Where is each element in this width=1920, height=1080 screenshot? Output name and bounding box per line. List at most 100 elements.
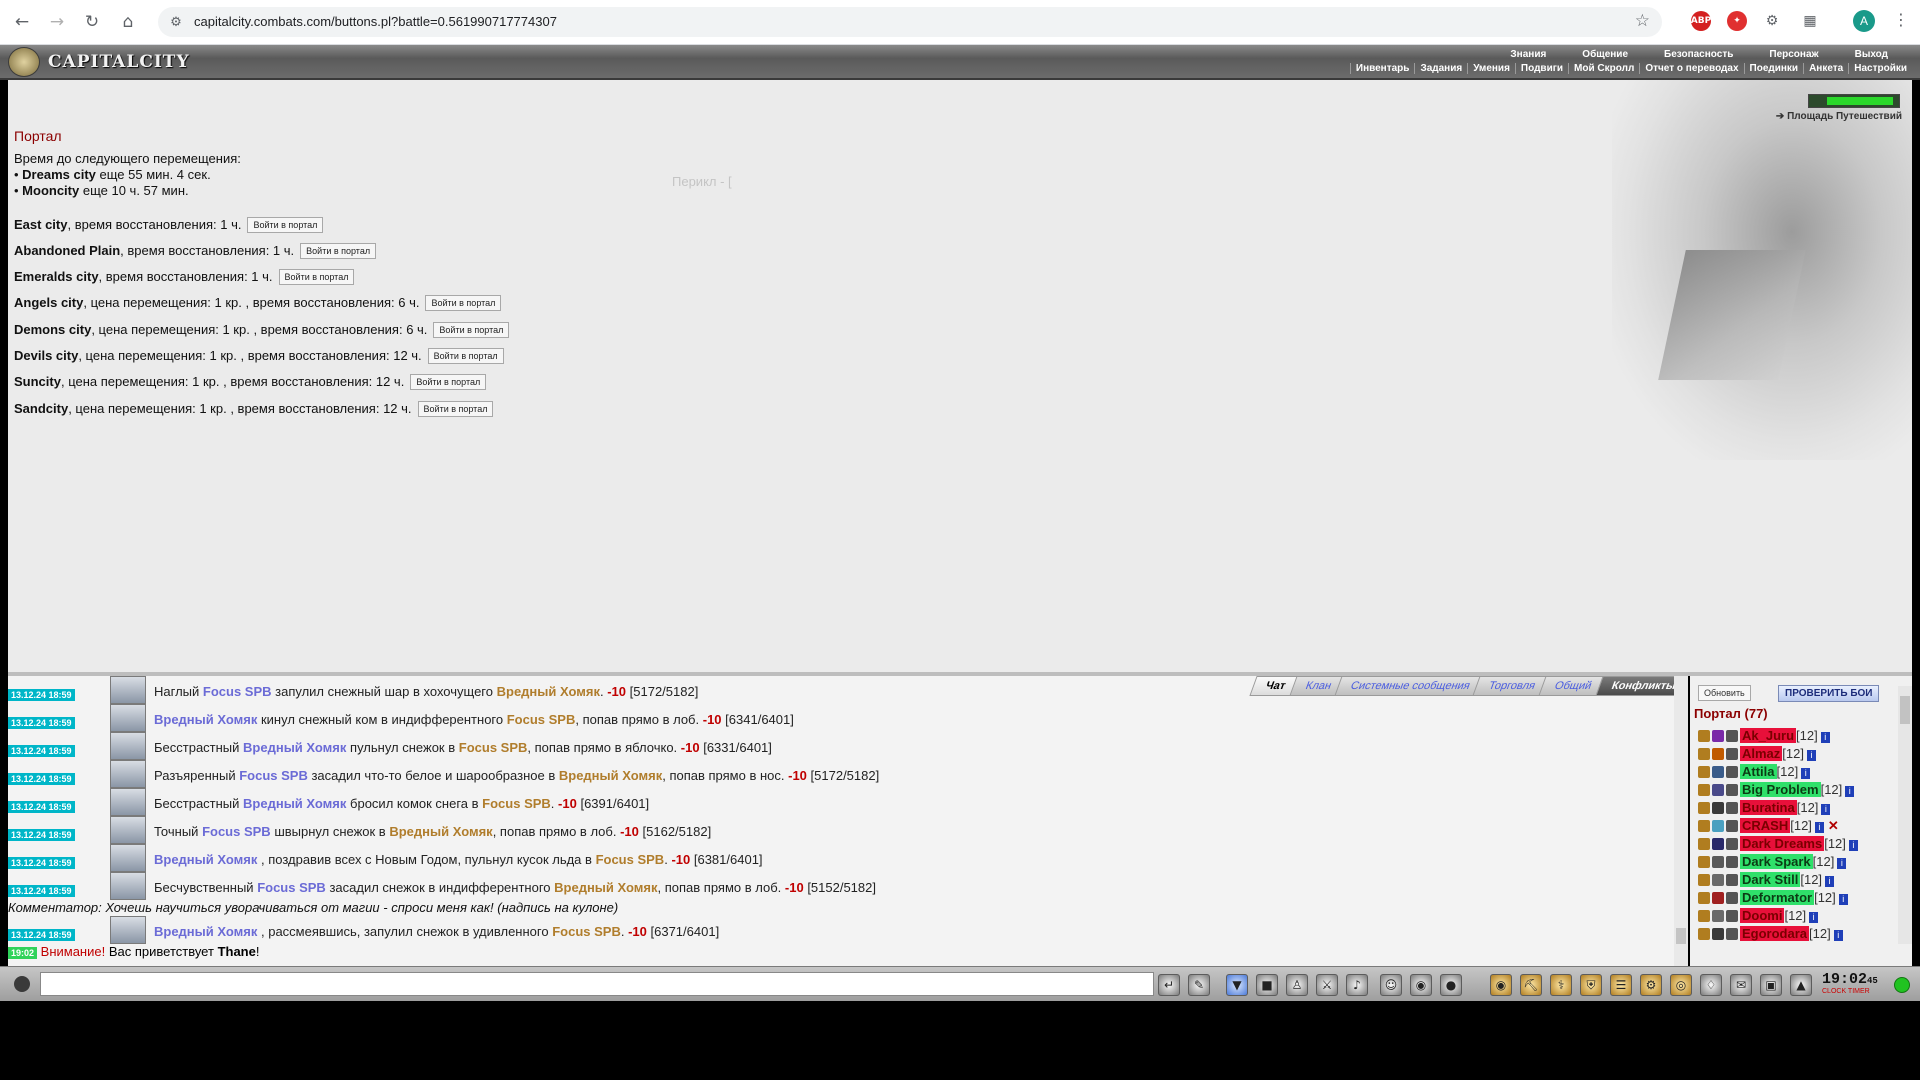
enter-portal-button[interactable]: Войти в портал [425, 295, 502, 311]
guild-icon[interactable] [1726, 928, 1738, 940]
clan-icon[interactable] [1712, 766, 1724, 778]
align-icon[interactable] [1698, 766, 1710, 778]
reload-icon[interactable]: ↻ [80, 10, 104, 34]
player-name[interactable]: Attila [1740, 764, 1777, 779]
align-icon[interactable] [1698, 748, 1710, 760]
clan-icon[interactable] [1712, 874, 1724, 886]
enter-portal-button[interactable]: Войти в портал [278, 269, 355, 285]
top-menu-item[interactable]: Персонаж [1751, 49, 1836, 60]
mail-icon[interactable]: ✉ [1730, 974, 1752, 996]
game-logo[interactable]: CAPITALCITY [8, 47, 190, 77]
refresh-button[interactable]: Обновить [1698, 685, 1751, 701]
align-icon[interactable] [1698, 730, 1710, 742]
message-time[interactable]: 13.12.24 18:59 [8, 689, 75, 701]
target-name[interactable]: Вредный Хомяк [497, 684, 600, 699]
key-icon[interactable]: ⛏ [1520, 974, 1542, 996]
chat-scroll-thumb[interactable] [1676, 928, 1686, 944]
guild-icon[interactable] [1726, 820, 1738, 832]
attacker-name[interactable]: Вредный Хомяк [243, 740, 346, 755]
smile-icon[interactable]: ☺ [1380, 974, 1402, 996]
clan-icon[interactable] [1712, 838, 1724, 850]
coin-icon[interactable]: ◎ [1670, 974, 1692, 996]
sub-menu-item[interactable]: Мой Скролл [1568, 63, 1639, 74]
enter-portal-button[interactable]: Войти в портал [433, 322, 510, 338]
attacker-name[interactable]: Focus SPB [257, 880, 326, 895]
red-extension-icon[interactable]: ✦ [1727, 11, 1747, 31]
align-icon[interactable] [1698, 820, 1710, 832]
adblock-extension-icon[interactable]: ABP [1691, 11, 1711, 31]
player-name[interactable]: Dark Still [1740, 872, 1801, 887]
online-status-icon[interactable] [1894, 977, 1910, 993]
attacker-name[interactable]: Focus SPB [202, 824, 271, 839]
shield-icon[interactable]: ⛨ [1580, 974, 1602, 996]
camera-icon[interactable]: ◉ [1410, 974, 1432, 996]
player-name[interactable]: Buratina [1740, 800, 1797, 815]
info-icon[interactable]: i [1820, 732, 1830, 743]
sub-menu-item[interactable]: Умения [1467, 63, 1515, 74]
align-icon[interactable] [1698, 928, 1710, 940]
top-menu-item[interactable]: Общение [1564, 49, 1646, 60]
target-name[interactable]: Focus SPB [482, 796, 551, 811]
clan-icon[interactable] [1712, 784, 1724, 796]
gear-icon[interactable]: ⚙ [1640, 974, 1662, 996]
align-icon[interactable] [1698, 856, 1710, 868]
sub-menu-item[interactable]: Поединки [1743, 63, 1804, 74]
home-icon[interactable]: ⌂ [116, 10, 140, 34]
guild-icon[interactable] [1726, 892, 1738, 904]
battle-x-icon[interactable]: ✕ [1828, 818, 1839, 833]
player-name[interactable]: Doomi [1740, 908, 1785, 923]
sub-menu-item[interactable]: Подвиги [1514, 63, 1568, 74]
guild-icon[interactable] [1726, 730, 1738, 742]
guild-icon[interactable] [1726, 838, 1738, 850]
sub-menu-item[interactable]: Инвентарь [1349, 63, 1415, 74]
music-icon[interactable]: ♪ [1346, 974, 1368, 996]
target-name[interactable]: Focus SPB [507, 712, 576, 727]
attacker-name[interactable]: Вредный Хомяк [154, 712, 257, 727]
target-name[interactable]: Вредный Хомяк [554, 880, 657, 895]
info-icon[interactable]: i [1833, 930, 1843, 941]
potion-icon[interactable]: ⚕ [1550, 974, 1572, 996]
info-icon[interactable]: i [1801, 768, 1811, 779]
message-time[interactable]: 13.12.24 18:59 [8, 745, 75, 757]
clan-icon[interactable] [1712, 730, 1724, 742]
sub-menu-item[interactable]: Настройки [1848, 63, 1912, 74]
info-icon[interactable]: i [1825, 876, 1835, 887]
attacker-name[interactable]: Вредный Хомяк [154, 852, 257, 867]
forward-icon[interactable]: → [45, 10, 69, 34]
top-menu-item[interactable]: Знания [1492, 49, 1564, 60]
message-time[interactable]: 13.12.24 18:59 [8, 773, 75, 785]
align-icon[interactable] [1698, 784, 1710, 796]
enter-portal-button[interactable]: Войти в портал [410, 374, 487, 390]
player-name[interactable]: Dark Spark [1740, 854, 1813, 869]
message-time[interactable]: 13.12.24 18:59 [8, 829, 75, 841]
top-menu-item[interactable]: Безопасность [1646, 49, 1751, 60]
info-icon[interactable]: i [1848, 840, 1858, 851]
align-icon[interactable] [1698, 874, 1710, 886]
align-icon[interactable] [1698, 802, 1710, 814]
browser-menu-icon[interactable]: ⋮ [1891, 10, 1911, 32]
info-icon[interactable]: i [1838, 894, 1848, 905]
target-name[interactable]: Focus SPB [552, 924, 621, 939]
attacker-name[interactable]: Focus SPB [203, 684, 272, 699]
enter-portal-button[interactable]: Войти в портал [247, 217, 324, 233]
guild-icon[interactable] [1726, 748, 1738, 760]
enter-portal-button[interactable]: Войти в портал [300, 243, 377, 259]
profile-avatar[interactable]: A [1853, 10, 1875, 32]
target-name[interactable]: Focus SPB [596, 852, 665, 867]
align-icon[interactable] [1698, 838, 1710, 850]
eraser-icon[interactable]: ✎ [1188, 974, 1210, 996]
url-text[interactable]: capitalcity.combats.com/buttons.pl?battl… [194, 14, 557, 29]
message-time[interactable]: 13.12.24 18:59 [8, 717, 75, 729]
attacker-name[interactable]: Вредный Хомяк [243, 796, 346, 811]
attacker-name[interactable]: Focus SPB [239, 768, 308, 783]
clan-icon[interactable] [1712, 910, 1724, 922]
back-icon[interactable]: ← [10, 10, 34, 34]
lock-icon[interactable]: ▣ [1760, 974, 1782, 996]
gift-icon[interactable]: ♢ [1700, 974, 1722, 996]
clan-icon[interactable] [1712, 748, 1724, 760]
guild-icon[interactable] [1726, 856, 1738, 868]
puzzle-extensions-icon[interactable]: ▦ [1800, 11, 1820, 31]
clan-icon[interactable] [1712, 892, 1724, 904]
send-icon[interactable]: ↵ [1158, 974, 1180, 996]
guild-icon[interactable] [1726, 910, 1738, 922]
